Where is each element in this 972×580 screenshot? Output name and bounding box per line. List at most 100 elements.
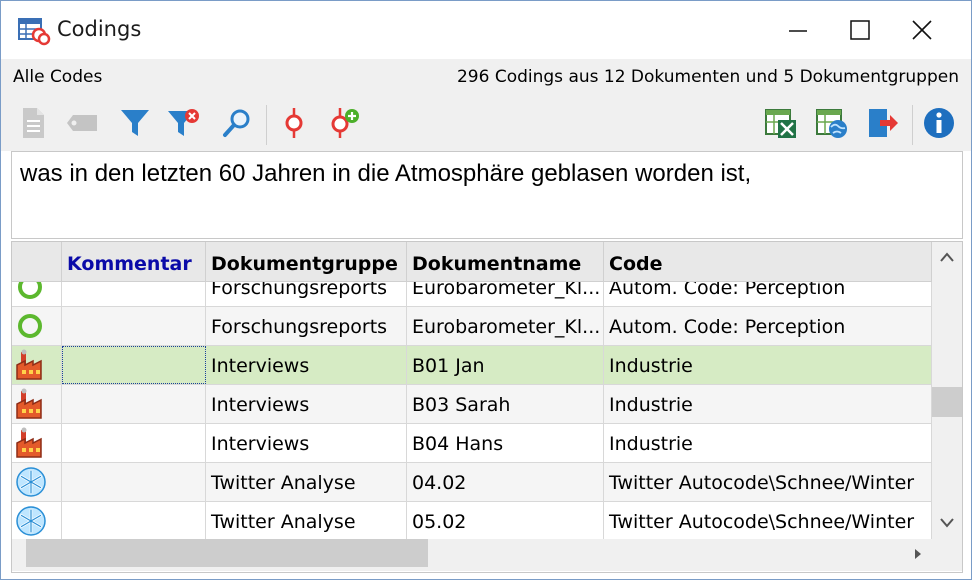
tag-button[interactable] — [65, 105, 101, 141]
segment-text: was in den letzten 60 Jahren in die Atmo… — [20, 160, 752, 187]
scroll-right-icon[interactable] — [914, 548, 922, 560]
code-cell: Industrie — [604, 424, 932, 462]
code-icon-cell — [12, 385, 62, 423]
filter-clear-button[interactable] — [165, 105, 201, 141]
code-icon-cell — [12, 502, 62, 539]
vertical-scrollbar[interactable] — [932, 242, 962, 539]
table-row-selected[interactable]: Interviews B01 Jan Industrie — [12, 346, 932, 385]
kommentar-cell[interactable] — [62, 385, 206, 423]
code-cell: Industrie — [604, 385, 932, 423]
kommentar-cell[interactable] — [62, 463, 206, 501]
table-row[interactable]: Forschungsreports Eurobarometer_Kl... Au… — [12, 307, 932, 346]
scroll-up-icon[interactable] — [940, 252, 954, 262]
html-export-button[interactable] — [814, 105, 850, 141]
toolbar — [1, 97, 971, 151]
filter-button[interactable] — [117, 105, 153, 141]
dokumentgruppe-cell: Interviews — [206, 346, 407, 384]
table-row[interactable]: Twitter Analyse 04.02 Twitter Autocode\S… — [12, 463, 932, 502]
toolbar-separator-right — [912, 105, 913, 145]
kommentar-cell[interactable] — [62, 424, 206, 462]
filter-clear-icon — [168, 109, 199, 136]
close-button[interactable] — [891, 1, 953, 59]
table-row[interactable]: Twitter Analyse 05.02 Twitter Autocode\S… — [12, 502, 932, 539]
factory-icon — [16, 349, 42, 380]
code-cell: Autom. Code: Perception — [604, 307, 932, 345]
horizontal-scrollbar[interactable] — [12, 539, 962, 571]
kommentar-cell-focused[interactable] — [62, 346, 206, 384]
code-scope-label: Alle Codes — [13, 67, 103, 87]
code-add-button[interactable] — [327, 105, 363, 141]
factory-icon — [16, 427, 42, 458]
code-icon-cell — [12, 463, 62, 501]
factory-icon — [16, 388, 42, 419]
dokumentname-cell: B03 Sarah — [407, 385, 604, 423]
search-button[interactable] — [219, 105, 255, 141]
snowflake-icon — [16, 506, 46, 536]
horizontal-scroll-thumb[interactable] — [26, 539, 428, 567]
scroll-down-icon[interactable] — [940, 518, 954, 528]
dokumentname-cell: 04.02 — [407, 463, 604, 501]
info-bar: Alle Codes 296 Codings aus 12 Dokumenten… — [1, 59, 971, 97]
code-icon-cell — [12, 282, 62, 306]
code-add-icon — [331, 108, 359, 138]
code-button[interactable] — [276, 105, 312, 141]
maximize-icon — [850, 20, 870, 40]
kommentar-cell[interactable] — [62, 307, 206, 345]
filter-icon — [121, 110, 149, 136]
maximize-button[interactable] — [829, 1, 891, 59]
dokumentname-cell: B04 Hans — [407, 424, 604, 462]
code-icon-cell — [12, 307, 62, 345]
snowflake-icon — [16, 467, 46, 497]
document-button[interactable] — [15, 105, 51, 141]
toolbar-separator — [266, 105, 267, 145]
dokumentgruppe-cell: Forschungsreports — [206, 307, 407, 345]
codings-count-label: 296 Codings aus 12 Dokumenten und 5 Doku… — [456, 67, 959, 87]
dokumentname-cell: B01 Jan — [407, 346, 604, 384]
title-bar: Codings — [1, 1, 971, 59]
dokumentgruppe-cell: Interviews — [206, 424, 407, 462]
dokumentname-cell: Eurobarometer_Kl... — [407, 307, 604, 345]
close-icon — [912, 20, 932, 40]
column-header-dokumentname[interactable]: Dokumentname — [407, 242, 604, 282]
info-icon — [924, 108, 954, 138]
codings-window: Codings Alle Codes 296 Codings aus 12 Do… — [0, 0, 972, 580]
code-cell: Twitter Autocode\Schnee/Winter — [604, 463, 932, 501]
codings-table-icon — [17, 17, 51, 47]
code-cell: Autom. Code: Perception — [604, 282, 932, 306]
code-icon — [285, 108, 303, 138]
export-icon — [869, 109, 898, 137]
dokumentgruppe-cell: Interviews — [206, 385, 407, 423]
table-row[interactable]: Interviews B04 Hans Industrie — [12, 424, 932, 463]
vertical-scroll-thumb[interactable] — [932, 387, 962, 417]
dokumentname-cell: Eurobarometer_Kl... — [407, 282, 604, 306]
column-header-dokumentgruppe[interactable]: Dokumentgruppe — [206, 242, 407, 282]
info-button[interactable] — [921, 105, 957, 141]
dokumentgruppe-cell: Twitter Analyse — [206, 463, 407, 501]
column-header-kommentar[interactable]: Kommentar — [62, 242, 206, 282]
kommentar-cell[interactable] — [62, 282, 206, 306]
dokumentgruppe-cell: Twitter Analyse — [206, 502, 407, 539]
table-row[interactable]: Forschungsreports Eurobarometer_Kl... Au… — [12, 282, 932, 307]
code-icon-cell — [12, 346, 62, 384]
dokumentgruppe-cell: Forschungsreports — [206, 282, 407, 306]
circle-icon — [18, 314, 42, 338]
html-export-icon — [816, 109, 847, 138]
minimize-button[interactable] — [767, 1, 829, 59]
export-button[interactable] — [865, 105, 901, 141]
search-icon — [223, 109, 250, 137]
segment-preview: was in den letzten 60 Jahren in die Atmo… — [11, 151, 963, 239]
table-row[interactable]: Interviews B03 Sarah Industrie — [12, 385, 932, 424]
window-title: Codings — [57, 17, 142, 41]
kommentar-cell[interactable] — [62, 502, 206, 539]
excel-export-button[interactable] — [763, 105, 799, 141]
dokumentname-cell: 05.02 — [407, 502, 604, 539]
tag-icon — [67, 115, 97, 131]
code-icon-cell — [12, 424, 62, 462]
document-icon — [23, 108, 44, 138]
table-body: Forschungsreports Eurobarometer_Kl... Au… — [12, 282, 932, 539]
column-header-code[interactable]: Code — [604, 242, 932, 282]
codings-table: Kommentar Dokumentgruppe Dokumentname Co… — [11, 241, 963, 573]
icon-column-header — [12, 242, 62, 282]
circle-icon — [18, 282, 42, 299]
excel-export-icon — [765, 109, 796, 138]
